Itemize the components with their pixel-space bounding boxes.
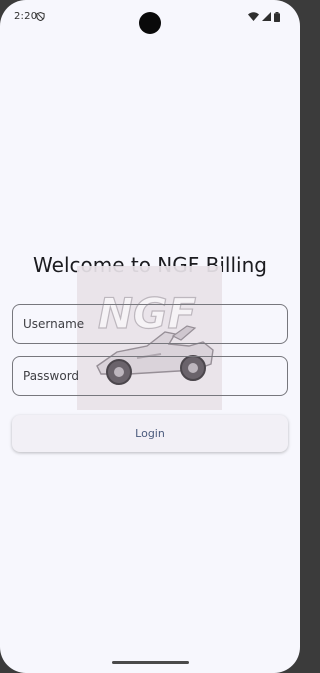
login-button[interactable]: Login	[12, 415, 288, 452]
app-screen: 2:20 Welcome to NGF Billing NGF Username…	[0, 0, 300, 673]
username-input[interactable]	[13, 305, 287, 343]
battery-icon	[274, 12, 280, 22]
password-field[interactable]	[12, 356, 288, 396]
username-field[interactable]	[12, 304, 288, 344]
status-icons	[245, 12, 280, 22]
password-input[interactable]	[13, 357, 287, 395]
home-indicator[interactable]	[112, 661, 189, 664]
front-camera	[139, 12, 161, 34]
signal-icon	[262, 12, 271, 21]
wifi-icon	[248, 12, 259, 21]
status-time: 2:20	[14, 11, 38, 22]
shield-icon	[36, 12, 45, 21]
status-bar: 2:20	[0, 0, 300, 38]
